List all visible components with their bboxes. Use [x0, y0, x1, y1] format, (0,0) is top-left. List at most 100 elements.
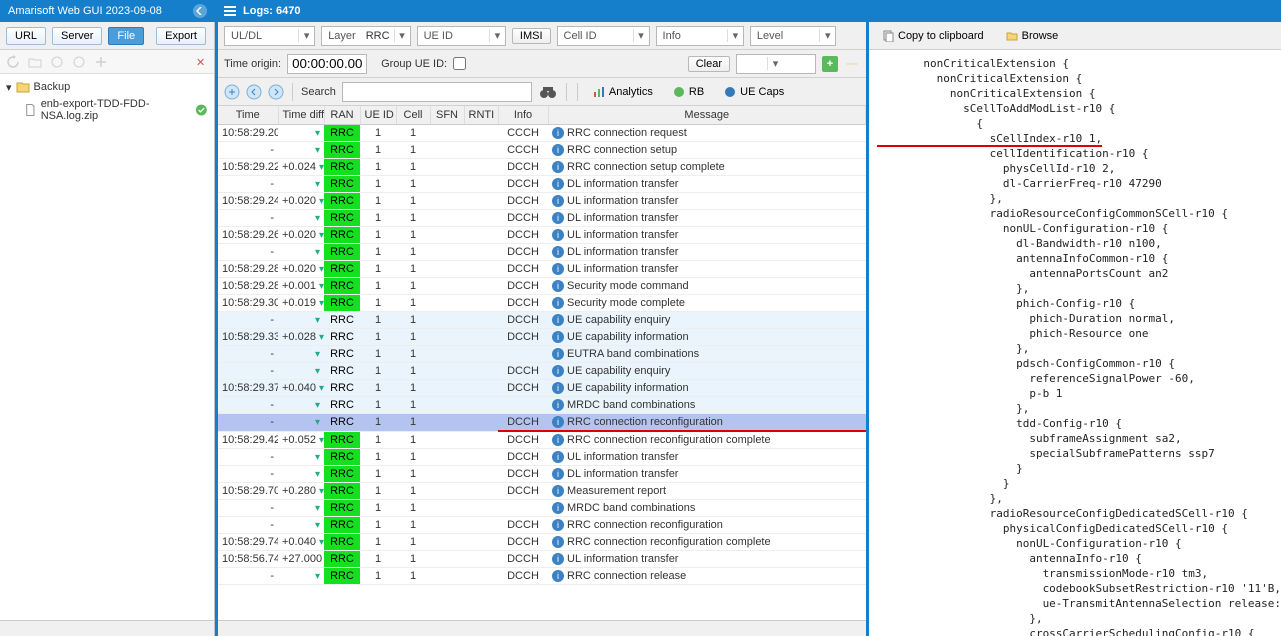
rb-button[interactable]: RB [666, 84, 711, 100]
logs-title: Logs: 6470 [243, 5, 300, 17]
uecaps-button[interactable]: UE Caps [717, 84, 791, 100]
column-header[interactable]: SFN [430, 106, 464, 125]
down-arrow-icon: ▾ [319, 162, 324, 173]
tree-root[interactable]: ▾ Backup [6, 78, 208, 96]
circle-icon[interactable] [50, 55, 64, 69]
info-icon: i [552, 536, 564, 548]
file-button[interactable]: File [108, 27, 144, 45]
collapse-sidebar-button[interactable] [193, 4, 207, 18]
plus-icon[interactable] [94, 55, 108, 69]
export-button[interactable]: Export [156, 27, 206, 45]
clear-button[interactable]: Clear [688, 56, 730, 72]
table-row[interactable]: -▾RRC11CCCHiRRC connection setup [218, 142, 866, 159]
table-row[interactable]: -▾RRC11DCCHiDL information transfer [218, 176, 866, 193]
next-nav-icon[interactable] [268, 84, 284, 100]
down-arrow-icon: ▾ [319, 281, 324, 292]
table-row[interactable]: 10:58:29.247+0.020 ▾RRC11DCCHiUL informa… [218, 193, 866, 210]
down-arrow-icon: ▾ [315, 145, 320, 156]
column-header[interactable]: Time diff [278, 106, 324, 125]
analytics-button[interactable]: Analytics [586, 84, 660, 100]
table-row[interactable]: 10:58:29.227+0.024 ▾RRC11DCCHiRRC connec… [218, 159, 866, 176]
table-row[interactable]: 10:58:29.287+0.020 ▾RRC11DCCHiUL informa… [218, 261, 866, 278]
info-combo[interactable]: Info▾ [656, 26, 744, 46]
group-ueid-checkbox[interactable] [453, 57, 466, 70]
table-row[interactable]: -▾RRC11iMRDC band combinations [218, 500, 866, 517]
refresh2-icon[interactable] [72, 55, 86, 69]
table-row[interactable]: 10:58:29.427+0.052 ▾RRC11DCCHiRRC connec… [218, 431, 866, 449]
home-nav-icon[interactable] [224, 84, 240, 100]
tree-file[interactable]: enb-export-TDD-FDD-NSA.log.zip [6, 96, 208, 124]
search-label: Search [301, 86, 336, 98]
search-input[interactable] [342, 82, 532, 102]
column-header[interactable]: RAN [324, 106, 360, 125]
down-arrow-icon: ▾ [319, 298, 324, 309]
time-origin-input[interactable] [287, 54, 367, 74]
add-icon[interactable]: + [822, 56, 838, 72]
check-icon [195, 103, 208, 117]
table-row[interactable]: -▾RRC11iMRDC band combinations [218, 397, 866, 414]
copy-button[interactable]: Copy to clipboard [875, 28, 991, 44]
table-row[interactable]: -▾RRC11DCCHiDL information transfer [218, 466, 866, 483]
column-header[interactable]: Time [218, 106, 278, 125]
app-header: Amarisoft Web GUI 2023-09-08 [0, 0, 215, 22]
refresh-icon[interactable] [6, 55, 20, 69]
clear-combo[interactable]: ▾ [736, 54, 816, 74]
list-icon [223, 4, 237, 18]
info-icon: i [552, 553, 564, 565]
table-row[interactable]: -▾RRC11DCCHiUE capability enquiry [218, 363, 866, 380]
chevron-down-icon: ▾ [819, 29, 835, 42]
table-row[interactable]: -▾RRC11DCCHiDL information transfer [218, 244, 866, 261]
info-icon: i [552, 246, 564, 258]
prev-nav-icon[interactable] [246, 84, 262, 100]
table-row[interactable]: -▾RRC11DCCHiUE capability enquiry [218, 312, 866, 329]
info-icon: i [552, 365, 564, 377]
table-row[interactable]: 10:58:29.288+0.001 ▾RRC11DCCHiSecurity m… [218, 278, 866, 295]
detail-code[interactable]: nonCriticalExtension { nonCriticalExtens… [869, 50, 1281, 636]
browse-button[interactable]: Browse [999, 28, 1066, 44]
column-header[interactable]: Info [498, 106, 548, 125]
remove-icon[interactable]: — [844, 56, 860, 72]
sidebar-scrollbar[interactable] [0, 620, 214, 636]
column-header[interactable]: RNTI [464, 106, 498, 125]
table-row[interactable]: -▾RRC11DCCHiRRC connection release [218, 568, 866, 585]
down-arrow-icon: ▾ [315, 247, 320, 258]
binoculars-icon[interactable] [538, 84, 558, 100]
table-row[interactable]: 10:58:29.375+0.040 ▾RRC11DCCHiUE capabil… [218, 380, 866, 397]
table-row[interactable]: -▾RRC11iEUTRA band combinations [218, 346, 866, 363]
chevron-down-icon: ▾ [298, 29, 314, 42]
table-row[interactable]: -▾RRC11DCCHiRRC connection reconfigurati… [218, 414, 866, 432]
table-row[interactable]: -▾RRC11DCCHiRRC connection reconfigurati… [218, 517, 866, 534]
info-icon: i [552, 348, 564, 360]
table-row[interactable]: -▾RRC11DCCHiDL information transfer [218, 210, 866, 227]
center-scrollbar[interactable] [218, 620, 866, 636]
table-row[interactable]: 10:58:29.335+0.028 ▾RRC11DCCHiUE capabil… [218, 329, 866, 346]
column-header[interactable]: UE ID [360, 106, 396, 125]
log-grid[interactable]: TimeTime diffRANUE IDCellSFNRNTIInfoMess… [218, 106, 866, 620]
group-ueid-label: Group UE ID: [381, 58, 447, 70]
ueid-combo[interactable]: UE ID▾ [417, 26, 506, 46]
info-icon: i [552, 399, 564, 411]
table-row[interactable]: -▾RRC11DCCHiUL information transfer [218, 449, 866, 466]
column-header[interactable]: Cell [396, 106, 430, 125]
info-icon: i [552, 263, 564, 275]
logs-header: Logs: 6470 [215, 0, 1281, 22]
folder-open-icon[interactable] [28, 55, 42, 69]
table-row[interactable]: 10:58:56.747+27.000 ▾RRC11DCCHiUL inform… [218, 551, 866, 568]
server-button[interactable]: Server [52, 27, 102, 45]
close-icon[interactable]: ✕ [196, 56, 208, 68]
table-row[interactable]: 10:58:29.707+0.280 ▾RRC11DCCHiMeasuremen… [218, 483, 866, 500]
level-combo[interactable]: Level▾ [750, 26, 836, 46]
table-row[interactable]: 10:58:29.267+0.020 ▾RRC11DCCHiUL informa… [218, 227, 866, 244]
table-row[interactable]: 10:58:29.307+0.019 ▾RRC11DCCHiSecurity m… [218, 295, 866, 312]
down-arrow-icon: ▾ [319, 332, 324, 343]
cellid-combo[interactable]: Cell ID▾ [557, 26, 650, 46]
column-header[interactable]: Message [548, 106, 866, 125]
layer-combo[interactable]: LayerRRC▾ [321, 26, 410, 46]
table-row[interactable]: 10:58:29.203▾RRC11CCCHiRRC connection re… [218, 125, 866, 142]
url-button[interactable]: URL [6, 27, 46, 45]
imsi-button[interactable]: IMSI [512, 28, 551, 44]
table-row[interactable]: 10:58:29.747+0.040 ▾RRC11DCCHiRRC connec… [218, 534, 866, 551]
chevron-down-icon: ▾ [489, 29, 505, 42]
uldl-combo[interactable]: UL/DL▾ [224, 26, 315, 46]
chart-icon [593, 86, 605, 98]
